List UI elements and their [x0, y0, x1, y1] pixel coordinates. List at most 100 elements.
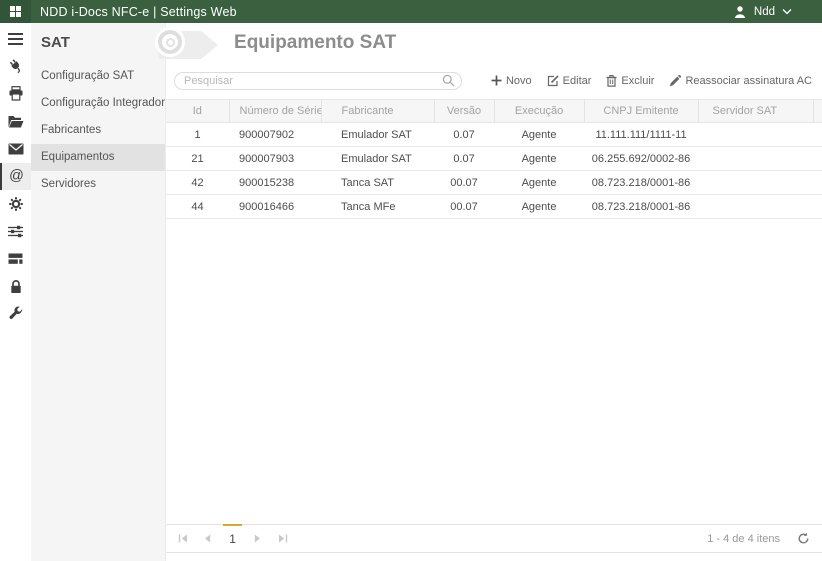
rail-item-lock[interactable] — [0, 273, 31, 301]
table-cell: 44 — [166, 194, 230, 219]
reassign-signature-button[interactable]: Reassociar assinatura AC — [669, 74, 812, 87]
table-cell — [813, 146, 822, 171]
user-icon — [734, 5, 746, 18]
table-cell: 42 — [166, 170, 230, 195]
table-cell: Emulador SAT — [321, 146, 435, 171]
next-page-icon — [254, 534, 261, 543]
table-cell: 900016466 — [229, 194, 322, 219]
plug-icon — [9, 59, 20, 74]
table-cell — [698, 146, 814, 171]
table-cell — [813, 122, 822, 147]
search-icon — [442, 74, 455, 87]
menu-icon — [8, 32, 23, 45]
column-header-cnpj-emitente[interactable]: CNPJ Emitente — [584, 99, 699, 123]
table-cell: 21 — [166, 146, 230, 171]
table-cell: 06.255.692/0002-86 — [584, 146, 699, 171]
rail-item-wrench[interactable] — [0, 300, 31, 328]
grid-body: 1 900007902 Emulador SAT 0.07 Agente 11.111.1… — [166, 122, 822, 219]
table-cell: 0.07 — [434, 146, 495, 171]
sidebar-item-servidores[interactable]: Servidores — [31, 171, 165, 198]
page-header: Equipamento SAT — [158, 23, 822, 62]
sidebar-item-configura-o-integrador[interactable]: Configuração Integrador — [31, 90, 165, 117]
rail-item-server[interactable] — [0, 245, 31, 273]
first-page-button[interactable] — [170, 534, 195, 543]
current-page-indicator — [223, 524, 243, 526]
search-input[interactable] — [174, 72, 463, 90]
rail-item-sliders[interactable] — [0, 218, 31, 246]
printer-icon — [9, 86, 22, 101]
table-cell — [813, 170, 822, 195]
folder-icon — [8, 115, 23, 128]
table-cell: Tanca MFe — [321, 194, 435, 219]
sidebar: SAT Configuração SAT Configuração Integra… — [31, 23, 167, 561]
column-header-extra[interactable] — [813, 99, 822, 123]
column-header-id[interactable]: Id — [166, 99, 230, 123]
column-header-servidor-sat[interactable]: Servidor SAT — [698, 99, 814, 123]
edit-button[interactable]: Editar — [547, 74, 591, 87]
table-cell: 08.723.218/0001-86 — [584, 170, 699, 195]
user-menu[interactable]: Ndd — [733, 5, 822, 19]
plus-icon — [491, 75, 502, 86]
toolbar-buttons: Novo Editar Excluir Reassociar assinatur… — [491, 74, 814, 87]
table-row[interactable]: 1 900007902 Emulador SAT 0.07 Agente 11.111.1… — [166, 122, 822, 147]
last-page-button[interactable] — [270, 534, 295, 543]
current-page-button[interactable]: 1 — [220, 532, 245, 546]
toolbar: Novo Editar — [166, 68, 822, 93]
sidebar-title: SAT — [41, 34, 70, 51]
rail-item-menu[interactable] — [0, 25, 31, 53]
lock-icon — [10, 279, 21, 293]
table-cell: Agente — [494, 122, 585, 147]
rail-item-printer[interactable] — [0, 80, 31, 108]
new-button[interactable]: Novo — [491, 75, 532, 87]
pencil-icon — [670, 74, 682, 86]
rail-item-at-sign[interactable]: @ — [0, 162, 31, 190]
apps-grid-button[interactable] — [0, 0, 31, 23]
app-window: NDD i-Docs NFC-e | Settings Web Ndd @ SA… — [0, 0, 822, 561]
column-header-fabricante[interactable]: Fabricante — [321, 99, 435, 123]
table-cell — [698, 194, 814, 219]
page-title: Equipamento SAT — [234, 32, 397, 53]
column-header-execu-o[interactable]: Execução — [494, 99, 585, 123]
column-header-n-mero-de-s-rie[interactable]: Número de Série — [229, 99, 322, 123]
last-page-icon — [278, 534, 287, 543]
delete-button-label: Excluir — [621, 74, 655, 87]
table-row[interactable]: 44 900016466 Tanca MFe 00.07 Agente 08.723.21… — [166, 194, 822, 219]
gear-icon — [8, 196, 23, 211]
table-cell — [698, 170, 814, 195]
refresh-icon — [798, 532, 809, 544]
table-cell: 11.111.111/1111-11 — [584, 122, 699, 147]
mail-icon — [8, 143, 23, 155]
table-row[interactable]: 42 900015238 Tanca SAT 00.07 Agente 08.723.21… — [166, 170, 822, 195]
prev-page-button[interactable] — [195, 534, 220, 543]
next-page-button[interactable] — [245, 534, 270, 543]
delete-button[interactable]: Excluir — [606, 74, 655, 87]
table-cell: Emulador SAT — [321, 122, 435, 147]
edit-icon — [547, 74, 559, 86]
rail-item-gear[interactable] — [0, 190, 31, 218]
sidebar-item-fabricantes[interactable]: Fabricantes — [31, 117, 165, 144]
pager: 1 1 - 4 de 4 itens — [166, 524, 822, 553]
column-header-vers-o[interactable]: Versão — [434, 99, 495, 123]
table-cell: 0.07 — [434, 122, 495, 147]
table-cell: Agente — [494, 194, 585, 219]
target-rings-icon — [158, 30, 183, 54]
table-cell: 900007903 — [229, 146, 322, 171]
table-cell: 1 — [166, 122, 230, 147]
table-cell — [698, 122, 814, 147]
table-cell: 00.07 — [434, 170, 495, 195]
at-sign-icon: @ — [9, 168, 24, 184]
sidebar-item-equipamentos[interactable]: Equipamentos — [31, 144, 166, 171]
server-icon — [8, 253, 23, 264]
refresh-button[interactable] — [797, 532, 810, 545]
rail-item-mail[interactable] — [0, 135, 31, 163]
rail-item-plug[interactable] — [0, 53, 31, 81]
table-row[interactable]: 21 900007903 Emulador SAT 0.07 Agente 06.255.… — [166, 146, 822, 171]
table-cell: Agente — [494, 146, 585, 171]
grid-empty-area — [166, 219, 822, 524]
pager-status: 1 - 4 de 4 itens — [707, 532, 780, 545]
rail-item-folder[interactable] — [0, 108, 31, 136]
sidebar-item-configura-o-sat[interactable]: Configuração SAT — [31, 63, 165, 90]
search-box — [174, 71, 463, 90]
user-name: Ndd — [753, 5, 775, 18]
icon-rail: @ — [0, 23, 31, 561]
